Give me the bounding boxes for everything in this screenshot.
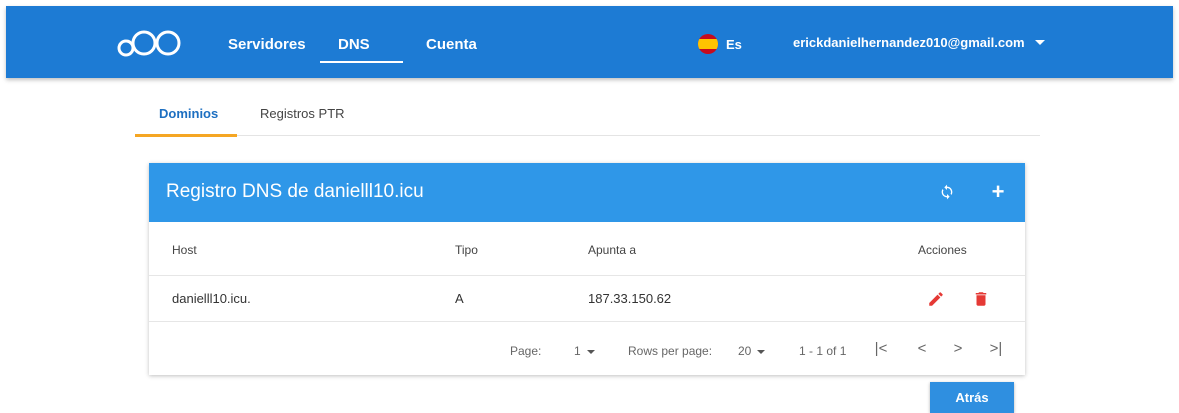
language-code: Es xyxy=(726,36,742,52)
page-select[interactable]: 1 xyxy=(574,344,595,358)
tab-bar: Dominios Registros PTR xyxy=(135,96,1040,137)
first-page-button[interactable]: |< xyxy=(872,340,890,360)
divider xyxy=(149,275,1025,276)
divider xyxy=(149,321,1025,322)
column-header-tipo: Tipo xyxy=(455,243,478,257)
delete-icon[interactable] xyxy=(972,290,990,308)
card-title: Registro DNS de danielll10.icu xyxy=(166,181,424,202)
edit-icon[interactable] xyxy=(927,290,945,308)
nav-dns[interactable]: DNS xyxy=(338,36,370,53)
tab-registros-ptr[interactable]: Registros PTR xyxy=(260,106,345,121)
chevron-down-icon xyxy=(757,349,766,354)
prev-page-button[interactable]: < xyxy=(913,340,931,360)
tab-dominios[interactable]: Dominios xyxy=(159,106,218,121)
refresh-button[interactable] xyxy=(935,180,959,204)
cell-host: danielll10.icu. xyxy=(172,291,251,306)
page-value: 1 xyxy=(574,344,581,358)
refresh-icon xyxy=(941,184,953,200)
nav-active-indicator xyxy=(320,61,403,63)
rows-per-page-value: 20 xyxy=(738,344,752,358)
column-header-host: Host xyxy=(172,243,197,257)
cell-apunta: 187.33.150.62 xyxy=(588,291,672,306)
cloud-circles-logo-icon[interactable] xyxy=(110,28,190,58)
rows-per-page-select[interactable]: 20 xyxy=(738,344,766,358)
top-navbar: Servidores DNS Cuenta Es erickdanielhern… xyxy=(6,6,1173,78)
nav-servidores[interactable]: Servidores xyxy=(228,36,306,53)
language-selector[interactable]: Es xyxy=(698,34,742,54)
column-header-apunta: Apunta a xyxy=(588,243,637,257)
chevron-down-icon xyxy=(1034,40,1045,45)
tab-active-indicator xyxy=(135,134,237,137)
last-page-button[interactable]: >| xyxy=(987,340,1005,360)
spain-flag-icon xyxy=(698,34,718,54)
back-button[interactable]: Atrás xyxy=(930,382,1014,413)
user-menu[interactable]: erickdanielhernandez010@gmail.com xyxy=(793,35,1045,50)
nav-cuenta[interactable]: Cuenta xyxy=(426,36,477,53)
rows-per-page-label: Rows per page: xyxy=(628,344,713,358)
card-header: Registro DNS de danielll10.icu + xyxy=(149,163,1025,222)
page-range: 1 - 1 of 1 xyxy=(799,344,847,358)
dns-records-card: Registro DNS de danielll10.icu + Host Ti… xyxy=(149,163,1025,375)
user-email: erickdanielhernandez010@gmail.com xyxy=(793,35,1025,50)
column-header-acciones: Acciones xyxy=(918,243,967,257)
add-record-button[interactable]: + xyxy=(986,180,1010,204)
cell-tipo: A xyxy=(455,291,464,306)
page-label: Page: xyxy=(510,344,542,358)
chevron-down-icon xyxy=(586,349,595,354)
next-page-button[interactable]: > xyxy=(949,340,967,360)
